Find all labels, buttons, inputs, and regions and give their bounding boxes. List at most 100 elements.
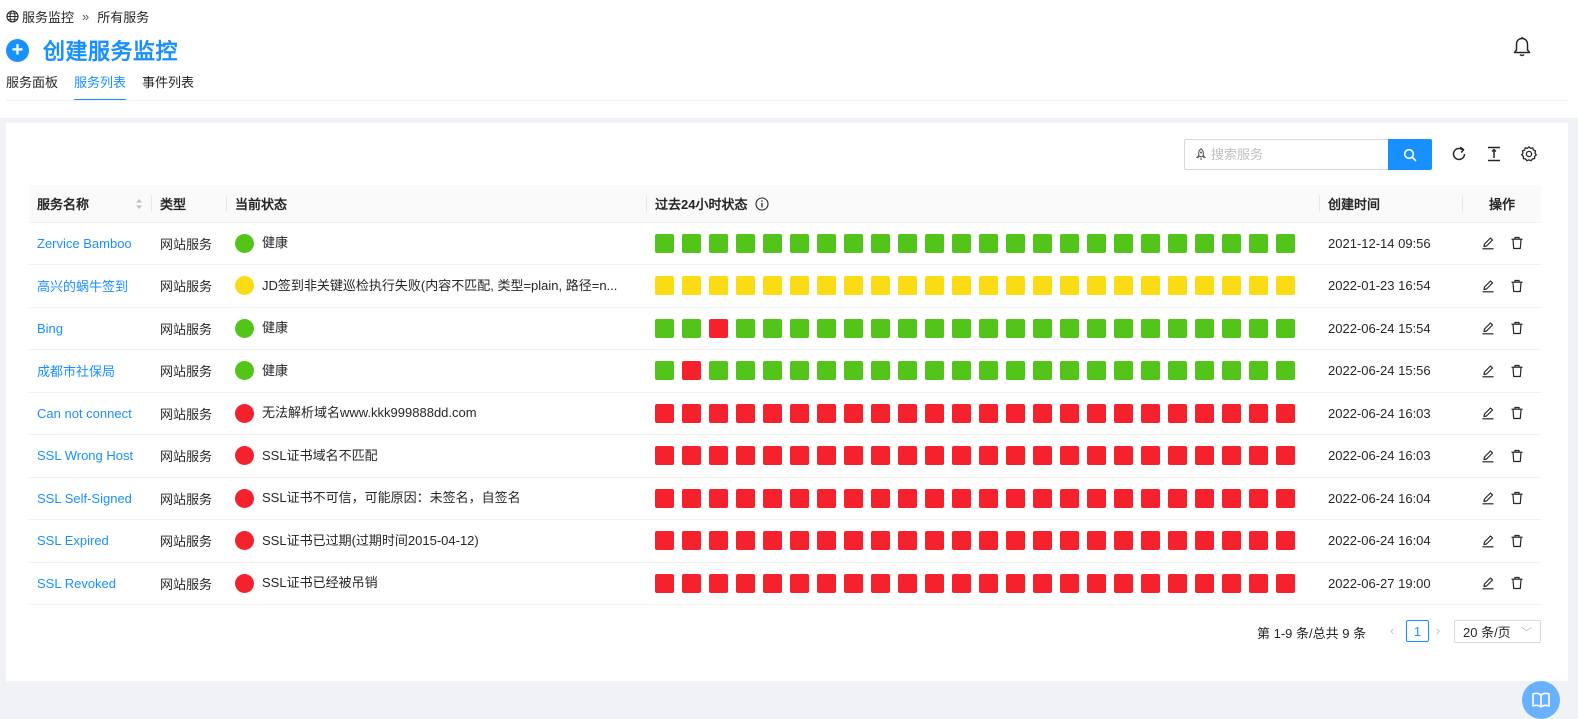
history-block[interactable] bbox=[1168, 276, 1187, 296]
history-block[interactable] bbox=[871, 573, 890, 593]
history-block[interactable] bbox=[952, 276, 971, 296]
history-block[interactable] bbox=[1168, 446, 1187, 466]
history-block[interactable] bbox=[898, 318, 917, 338]
history-block[interactable] bbox=[952, 488, 971, 508]
history-block[interactable] bbox=[871, 318, 890, 338]
trash-icon[interactable] bbox=[1510, 534, 1524, 548]
history-block[interactable] bbox=[844, 403, 863, 423]
history-block[interactable] bbox=[1249, 403, 1268, 423]
search-input[interactable] bbox=[1211, 147, 1381, 162]
history-block[interactable] bbox=[1006, 318, 1025, 338]
history-block[interactable] bbox=[655, 403, 674, 423]
history-block[interactable] bbox=[1006, 531, 1025, 551]
history-block[interactable] bbox=[709, 233, 728, 253]
history-block[interactable] bbox=[709, 318, 728, 338]
history-block[interactable] bbox=[925, 276, 944, 296]
history-block[interactable] bbox=[682, 233, 701, 253]
history-block[interactable] bbox=[898, 276, 917, 296]
history-block[interactable] bbox=[1006, 361, 1025, 381]
history-block[interactable] bbox=[1060, 276, 1079, 296]
history-block[interactable] bbox=[1033, 446, 1052, 466]
history-block[interactable] bbox=[1141, 446, 1160, 466]
info-circle-icon[interactable] bbox=[755, 197, 769, 211]
history-block[interactable] bbox=[790, 573, 809, 593]
history-block[interactable] bbox=[898, 403, 917, 423]
history-block[interactable] bbox=[763, 531, 782, 551]
history-block[interactable] bbox=[1276, 361, 1295, 381]
page-size-select[interactable]: 20 条/页 ﹀ bbox=[1454, 620, 1541, 643]
history-block[interactable] bbox=[1168, 361, 1187, 381]
history-block[interactable] bbox=[1168, 531, 1187, 551]
history-block[interactable] bbox=[952, 233, 971, 253]
history-block[interactable] bbox=[763, 488, 782, 508]
history-block[interactable] bbox=[1006, 446, 1025, 466]
history-block[interactable] bbox=[736, 531, 755, 551]
trash-icon[interactable] bbox=[1510, 236, 1524, 250]
edit-icon[interactable] bbox=[1481, 321, 1495, 335]
history-block[interactable] bbox=[952, 531, 971, 551]
history-block[interactable] bbox=[682, 573, 701, 593]
history-block[interactable] bbox=[1087, 573, 1106, 593]
column-header-name[interactable]: 服务名称 bbox=[29, 185, 152, 223]
history-block[interactable] bbox=[763, 403, 782, 423]
trash-icon[interactable] bbox=[1510, 491, 1524, 505]
history-block[interactable] bbox=[1249, 488, 1268, 508]
history-block[interactable] bbox=[1195, 446, 1214, 466]
edit-icon[interactable] bbox=[1481, 279, 1495, 293]
history-block[interactable] bbox=[1141, 361, 1160, 381]
history-block[interactable] bbox=[763, 233, 782, 253]
history-block[interactable] bbox=[871, 531, 890, 551]
history-block[interactable] bbox=[1141, 488, 1160, 508]
history-block[interactable] bbox=[817, 361, 836, 381]
history-block[interactable] bbox=[925, 531, 944, 551]
history-block[interactable] bbox=[790, 446, 809, 466]
history-block[interactable] bbox=[655, 276, 674, 296]
history-block[interactable] bbox=[655, 531, 674, 551]
history-block[interactable] bbox=[790, 403, 809, 423]
history-block[interactable] bbox=[682, 488, 701, 508]
history-block[interactable] bbox=[709, 361, 728, 381]
history-block[interactable] bbox=[655, 361, 674, 381]
edit-icon[interactable] bbox=[1481, 491, 1495, 505]
history-block[interactable] bbox=[736, 446, 755, 466]
history-block[interactable] bbox=[925, 573, 944, 593]
history-block[interactable] bbox=[736, 233, 755, 253]
history-block[interactable] bbox=[979, 276, 998, 296]
history-block[interactable] bbox=[1168, 488, 1187, 508]
history-block[interactable] bbox=[925, 318, 944, 338]
history-block[interactable] bbox=[1249, 276, 1268, 296]
history-block[interactable] bbox=[1060, 318, 1079, 338]
chevron-left-icon[interactable]: ‹ bbox=[1390, 623, 1394, 638]
reload-icon[interactable] bbox=[1450, 145, 1468, 168]
history-block[interactable] bbox=[655, 318, 674, 338]
chevron-right-icon[interactable]: › bbox=[1436, 623, 1440, 638]
history-block[interactable] bbox=[1114, 361, 1133, 381]
history-block[interactable] bbox=[844, 446, 863, 466]
history-block[interactable] bbox=[1168, 573, 1187, 593]
edit-icon[interactable] bbox=[1481, 406, 1495, 420]
history-block[interactable] bbox=[1276, 446, 1295, 466]
history-block[interactable] bbox=[1114, 318, 1133, 338]
history-block[interactable] bbox=[844, 531, 863, 551]
history-block[interactable] bbox=[1276, 573, 1295, 593]
history-block[interactable] bbox=[655, 488, 674, 508]
trash-icon[interactable] bbox=[1510, 406, 1524, 420]
history-block[interactable] bbox=[1195, 403, 1214, 423]
history-block[interactable] bbox=[1222, 318, 1241, 338]
history-block[interactable] bbox=[817, 488, 836, 508]
history-block[interactable] bbox=[817, 233, 836, 253]
history-block[interactable] bbox=[1033, 233, 1052, 253]
history-block[interactable] bbox=[682, 403, 701, 423]
history-block[interactable] bbox=[1033, 318, 1052, 338]
history-block[interactable] bbox=[871, 233, 890, 253]
history-block[interactable] bbox=[844, 361, 863, 381]
history-block[interactable] bbox=[1195, 573, 1214, 593]
page-1-button[interactable]: 1 bbox=[1406, 620, 1429, 642]
history-block[interactable] bbox=[871, 361, 890, 381]
history-block[interactable] bbox=[844, 488, 863, 508]
history-block[interactable] bbox=[736, 573, 755, 593]
history-block[interactable] bbox=[1114, 573, 1133, 593]
history-block[interactable] bbox=[736, 403, 755, 423]
history-block[interactable] bbox=[655, 573, 674, 593]
history-block[interactable] bbox=[709, 403, 728, 423]
